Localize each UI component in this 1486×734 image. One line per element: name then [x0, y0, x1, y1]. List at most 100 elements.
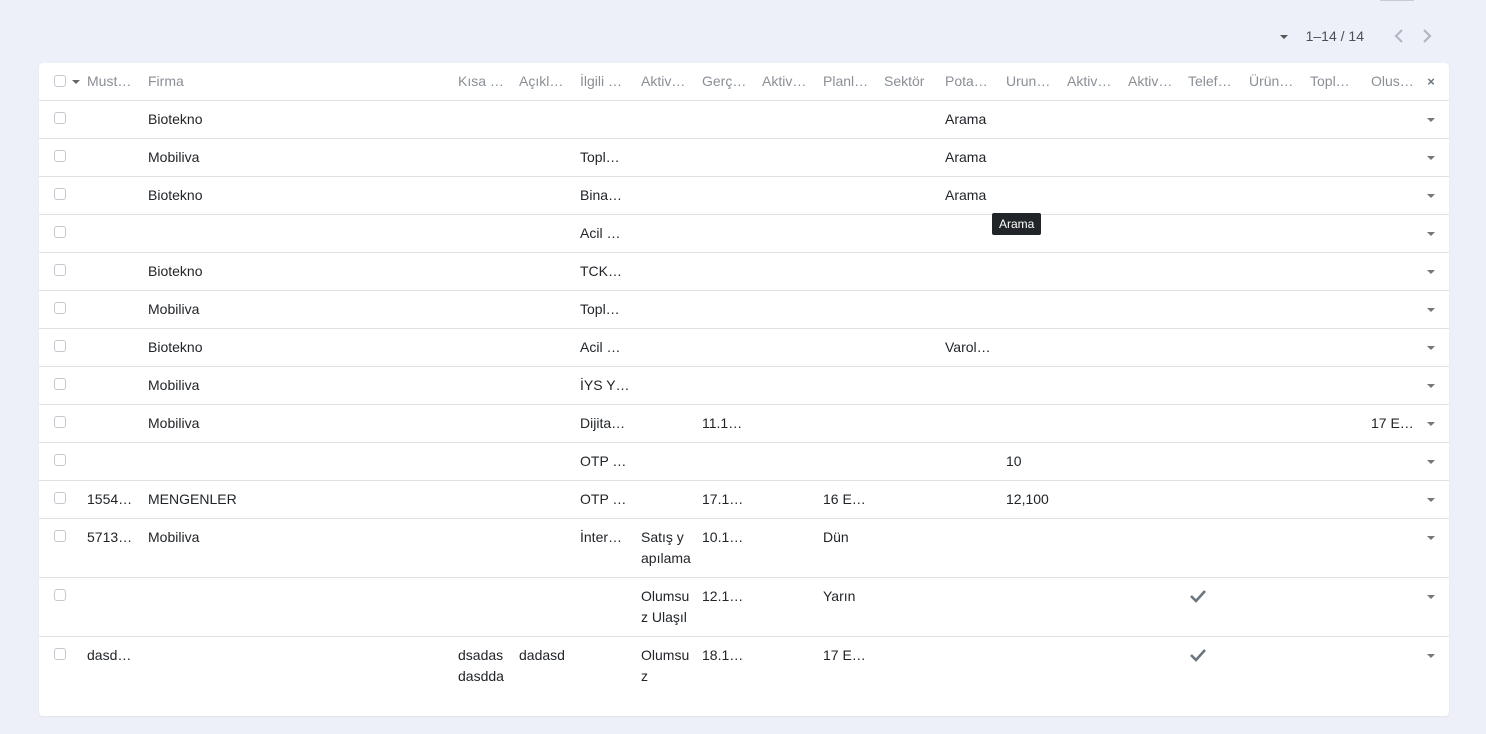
cell-aktiv1: Olumsuz [641, 647, 690, 684]
row-actions-caret-icon[interactable] [1427, 232, 1435, 236]
column-header-aktiv1[interactable]: Aktiv… [641, 71, 691, 92]
cell-gerc: 11.1… [702, 415, 743, 431]
row-actions-caret-icon[interactable] [1427, 654, 1435, 658]
pager-next-button[interactable] [1416, 25, 1438, 47]
cell-ilgili: Acil … [580, 339, 621, 355]
column-header-pota[interactable]: Pota… [945, 71, 995, 92]
table-row[interactable]: Olumsuz Ulaşılamadı 12.1… Yarın [39, 578, 1449, 637]
cell-firma: Mobiliva [148, 149, 200, 165]
table-row[interactable]: Mobiliva İYS Y… [39, 367, 1449, 405]
row-actions-caret-icon[interactable] [1427, 270, 1435, 274]
cell-firma: MENGENLER [148, 491, 237, 507]
row-checkbox[interactable] [54, 226, 66, 238]
cell-firma: Mobiliva [148, 529, 200, 545]
select-dropdown-caret-icon[interactable] [72, 80, 80, 84]
row-checkbox[interactable] [54, 589, 66, 601]
row-actions-caret-icon[interactable] [1427, 460, 1435, 464]
cell-must: dasd… [87, 647, 132, 663]
cell-urun: 12,100 [1006, 491, 1049, 507]
cell-ilgili: İnter… [580, 529, 623, 545]
row-actions-caret-icon[interactable] [1427, 118, 1435, 122]
column-header-urun2[interactable]: Ürün… [1249, 71, 1299, 92]
column-header-ilgili[interactable]: İlgili … [580, 71, 630, 92]
table-row[interactable]: Mobiliva Dijita… 11.1… 17 E… [39, 405, 1449, 443]
row-checkbox[interactable] [54, 416, 66, 428]
column-header-olus[interactable]: Olus… [1371, 71, 1421, 92]
row-actions-caret-icon[interactable] [1427, 498, 1435, 502]
chevron-left-icon [1394, 29, 1403, 43]
cell-pota: Arama [945, 111, 987, 127]
cell-firma: Biotekno [148, 339, 203, 355]
column-header-planl[interactable]: Planl… [823, 71, 873, 92]
cell-ilgili: Bina… [580, 187, 623, 203]
row-checkbox[interactable] [54, 264, 66, 276]
table-header: × Must… Firma Kısa … Açıkl… İlgili … Aktiv… Ge… [39, 63, 1449, 101]
cell-ilgili: TCK… [580, 263, 622, 279]
table-row[interactable]: Biotekno Arama [39, 101, 1449, 139]
pager-range[interactable]: 1–14 / 14 [1306, 28, 1364, 44]
row-checkbox[interactable] [54, 378, 66, 390]
column-header-topl[interactable]: Topl… [1310, 71, 1360, 92]
row-checkbox[interactable] [54, 112, 66, 124]
table-row[interactable]: Biotekno TCK… [39, 253, 1449, 291]
pager-prev-button[interactable] [1388, 25, 1410, 47]
row-actions-caret-icon[interactable] [1427, 346, 1435, 350]
cell-urun: 10 [1006, 453, 1022, 469]
row-actions-caret-icon[interactable] [1427, 595, 1435, 599]
table-row[interactable]: Mobiliva Topl… Arama [39, 139, 1449, 177]
close-icon[interactable]: × [1425, 71, 1437, 92]
table-row[interactable]: Biotekno Bina… Arama [39, 177, 1449, 215]
row-actions-caret-icon[interactable] [1427, 536, 1435, 540]
column-header-kisa[interactable]: Kısa … [458, 71, 508, 92]
row-checkbox[interactable] [54, 454, 66, 466]
table-row[interactable]: 1554… MENGENLER OTP … 17.1… 16 E… 12,100 [39, 481, 1449, 519]
cell-ilgili: OTP … [580, 491, 627, 507]
cell-olus: 17 E… [1371, 415, 1414, 431]
pager-options-caret-icon[interactable] [1279, 35, 1288, 39]
table-row[interactable]: Mobiliva Topl… [39, 291, 1449, 329]
cell-planl: 16 E… [823, 491, 866, 507]
chevron-right-icon [1423, 29, 1432, 43]
column-header-aktiv4[interactable]: Aktiv… [1128, 71, 1178, 92]
cell-pota: Varol… [945, 339, 991, 355]
cell-ilgili: İYS Y… [580, 377, 630, 393]
row-checkbox[interactable] [54, 302, 66, 314]
table-row[interactable]: 5713… Mobiliva İnter… Satış yapılamadı Bilg… [39, 519, 1449, 578]
cell-gerc: 12.1… [702, 588, 744, 604]
row-checkbox[interactable] [54, 188, 66, 200]
column-header-must[interactable]: Must… [87, 71, 137, 92]
row-checkbox[interactable] [54, 648, 66, 660]
row-actions-caret-icon[interactable] [1427, 156, 1435, 160]
table-row[interactable]: OTP … 10 [39, 443, 1449, 481]
tooltip: Arama [992, 213, 1042, 235]
row-actions-caret-icon[interactable] [1427, 422, 1435, 426]
cell-pota: Arama [945, 187, 987, 203]
row-actions-caret-icon[interactable] [1427, 308, 1435, 312]
row-actions-caret-icon[interactable] [1427, 384, 1435, 388]
table-row[interactable]: dasd… dsadasdasdda dadasd Olumsuz 18.1… 17 E… [39, 637, 1449, 716]
cell-aktiv1: Olumsuz Ulaşılamadı [641, 588, 690, 633]
row-checkbox[interactable] [54, 492, 66, 504]
column-header-sektor[interactable]: Sektör [884, 71, 934, 92]
row-checkbox[interactable] [54, 530, 66, 542]
column-header-aktiv3[interactable]: Aktiv… [1067, 71, 1117, 92]
column-header-acikl[interactable]: Açıkl… [519, 71, 569, 92]
column-header-firma[interactable]: Firma [148, 71, 448, 92]
select-all-checkbox[interactable] [54, 75, 66, 87]
cell-firma: Mobiliva [148, 301, 200, 317]
table-row[interactable]: Biotekno Acil … Varol… [39, 329, 1449, 367]
cell-planl: 17 E… [823, 647, 866, 663]
column-header-aktiv2[interactable]: Aktiv… [762, 71, 812, 92]
row-checkbox[interactable] [54, 150, 66, 162]
row-checkbox[interactable] [54, 340, 66, 352]
cell-pota: Arama [945, 149, 987, 165]
cell-firma: Mobiliva [148, 415, 200, 431]
cell-firma: Biotekno [148, 263, 203, 279]
cell-firma: Mobiliva [148, 377, 200, 393]
column-header-gerc[interactable]: Gerç… [702, 71, 752, 92]
table-row[interactable]: Acil … [39, 215, 1449, 253]
row-actions-caret-icon[interactable] [1427, 194, 1435, 198]
column-header-telef[interactable]: Telef… [1188, 71, 1238, 92]
column-header-urun[interactable]: Urun… [1006, 71, 1056, 92]
pager: 1–14 / 14 [1279, 24, 1438, 48]
